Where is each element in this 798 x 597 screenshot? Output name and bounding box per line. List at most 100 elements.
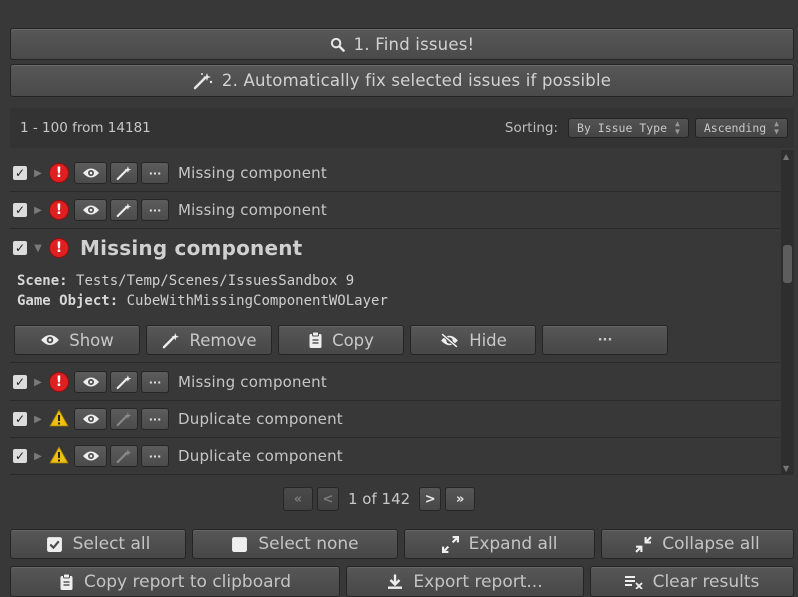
magic-wand-icon	[162, 332, 179, 348]
show-label: Show	[69, 330, 114, 350]
clear-list-icon	[624, 575, 643, 589]
issue-checkbox[interactable]: ✓	[13, 412, 27, 426]
expand-all-button[interactable]: Expand all	[404, 529, 595, 559]
auto-fix-button[interactable]: 2. Automatically fix selected issues if …	[10, 64, 794, 97]
issue-row[interactable]: ✓ ▶ ··· Duplicate component	[10, 401, 780, 438]
expand-arrow-icon[interactable]: ▶	[31, 168, 45, 179]
magic-wand-icon	[193, 72, 213, 90]
pagination: « < 1 of 142 > »	[283, 486, 476, 512]
prev-page-button[interactable]: <	[317, 487, 339, 511]
issue-label: Missing component	[178, 164, 327, 182]
eye-icon	[82, 414, 99, 424]
show-issue-button[interactable]	[74, 371, 107, 393]
fix-issue-button-disabled[interactable]	[110, 408, 138, 430]
first-page-button[interactable]: «	[283, 487, 313, 511]
copy-report-button[interactable]: Copy report to clipboard	[10, 566, 340, 597]
copy-report-label: Copy report to clipboard	[84, 571, 291, 592]
issue-row-expanded[interactable]: ✓ ▼ ! Missing component	[10, 229, 780, 267]
issue-row[interactable]: ✓ ▶ ! ··· Missing component	[10, 155, 780, 192]
eye-icon	[82, 205, 99, 215]
game-object-line: Game Object: CubeWithMissingComponentWOL…	[17, 293, 388, 309]
show-issue-button[interactable]	[74, 445, 107, 467]
more-options-button[interactable]: ···	[141, 199, 169, 221]
show-issue-button[interactable]	[74, 199, 107, 221]
show-button[interactable]: Show	[14, 325, 140, 355]
more-label: ···	[597, 332, 613, 348]
last-page-button[interactable]: »	[445, 487, 476, 511]
show-issue-button[interactable]	[74, 408, 107, 430]
fix-issue-button-disabled[interactable]	[110, 445, 138, 467]
sort-by-select[interactable]: By Issue Type ▲ ▼	[568, 118, 689, 138]
search-icon	[330, 37, 345, 52]
issue-checkbox[interactable]: ✓	[13, 449, 27, 463]
expand-arrow-icon[interactable]: ▶	[31, 414, 45, 425]
error-icon: !	[49, 238, 69, 258]
issue-details: Scene: Tests/Temp/Scenes/IssuesSandbox 9…	[10, 267, 780, 363]
warning-icon	[49, 409, 69, 429]
issue-label: Missing component	[178, 373, 327, 391]
collapse-all-label: Collapse all	[662, 534, 760, 554]
expand-icon	[441, 535, 459, 553]
download-icon	[388, 574, 403, 589]
clear-results-button[interactable]: Clear results	[590, 566, 794, 597]
magic-wand-icon	[116, 203, 131, 218]
scroll-up-icon[interactable]: ▲	[783, 152, 789, 161]
issue-checkbox[interactable]: ✓	[13, 203, 27, 217]
sorting-label: Sorting:	[504, 120, 559, 136]
auto-fix-label: 2. Automatically fix selected issues if …	[221, 71, 612, 90]
select-all-button[interactable]: Select all	[10, 529, 186, 559]
checkbox-checked-icon	[46, 536, 62, 552]
scroll-thumb[interactable]	[783, 245, 792, 283]
collapse-arrow-icon[interactable]: ▼	[31, 243, 45, 254]
select-arrows-icon: ▲ ▼	[774, 119, 779, 136]
sort-by-value: By Issue Type	[577, 121, 668, 135]
issue-checkbox[interactable]: ✓	[13, 166, 27, 180]
hide-button[interactable]: Hide	[410, 325, 536, 355]
fix-issue-button[interactable]	[110, 162, 138, 184]
sort-order-select[interactable]: Ascending ▲ ▼	[694, 118, 788, 138]
eye-icon	[41, 335, 60, 345]
results-count: 1 - 100 from 14181	[20, 120, 151, 136]
hide-label: Hide	[469, 330, 507, 350]
copy-button[interactable]: Copy	[278, 325, 404, 355]
fix-issue-button[interactable]	[110, 199, 138, 221]
error-icon: !	[49, 200, 69, 220]
issue-label: Duplicate component	[178, 410, 343, 428]
select-none-button[interactable]: Select none	[192, 529, 398, 559]
more-options-button[interactable]: ···	[141, 445, 169, 467]
error-icon: !	[49, 163, 69, 183]
scroll-down-icon[interactable]: ▼	[783, 464, 789, 473]
issue-checkbox[interactable]: ✓	[13, 375, 27, 389]
more-options-button[interactable]: ···	[141, 371, 169, 393]
issue-label: Missing component	[178, 201, 327, 219]
issue-row[interactable]: ✓ ▶ ··· Duplicate component	[10, 438, 780, 475]
collapse-all-button[interactable]: Collapse all	[601, 529, 794, 559]
game-object-key: Game Object:	[17, 293, 119, 309]
expand-arrow-icon[interactable]: ▶	[31, 205, 45, 216]
export-report-label: Export report...	[413, 571, 543, 592]
issue-title: Missing component	[80, 236, 303, 260]
issue-label: Duplicate component	[178, 447, 343, 465]
scene-key: Scene:	[17, 273, 68, 289]
eye-icon	[82, 451, 99, 461]
fix-issue-button[interactable]	[110, 371, 138, 393]
more-options-button[interactable]: ···	[141, 162, 169, 184]
list-scrollbar[interactable]: ▲ ▼	[781, 150, 794, 475]
more-actions-button[interactable]: ···	[542, 325, 668, 355]
issue-row[interactable]: ✓ ▶ ! ··· Missing component	[10, 192, 780, 229]
remove-button[interactable]: Remove	[146, 325, 272, 355]
find-issues-button[interactable]: 1. Find issues!	[10, 28, 794, 60]
select-all-label: Select all	[72, 534, 151, 554]
issue-row[interactable]: ✓ ▶ ! ··· Missing component	[10, 364, 780, 401]
issue-checkbox[interactable]: ✓	[13, 241, 27, 255]
export-report-button[interactable]: Export report...	[346, 566, 584, 597]
show-issue-button[interactable]	[74, 162, 107, 184]
expand-arrow-icon[interactable]: ▶	[31, 377, 45, 388]
expand-arrow-icon[interactable]: ▶	[31, 451, 45, 462]
magic-wand-icon	[116, 166, 131, 181]
eye-slash-icon	[441, 332, 459, 348]
next-page-button[interactable]: >	[419, 487, 442, 511]
copy-label: Copy	[332, 330, 374, 350]
more-options-button[interactable]: ···	[141, 408, 169, 430]
magic-wand-icon	[116, 412, 131, 427]
